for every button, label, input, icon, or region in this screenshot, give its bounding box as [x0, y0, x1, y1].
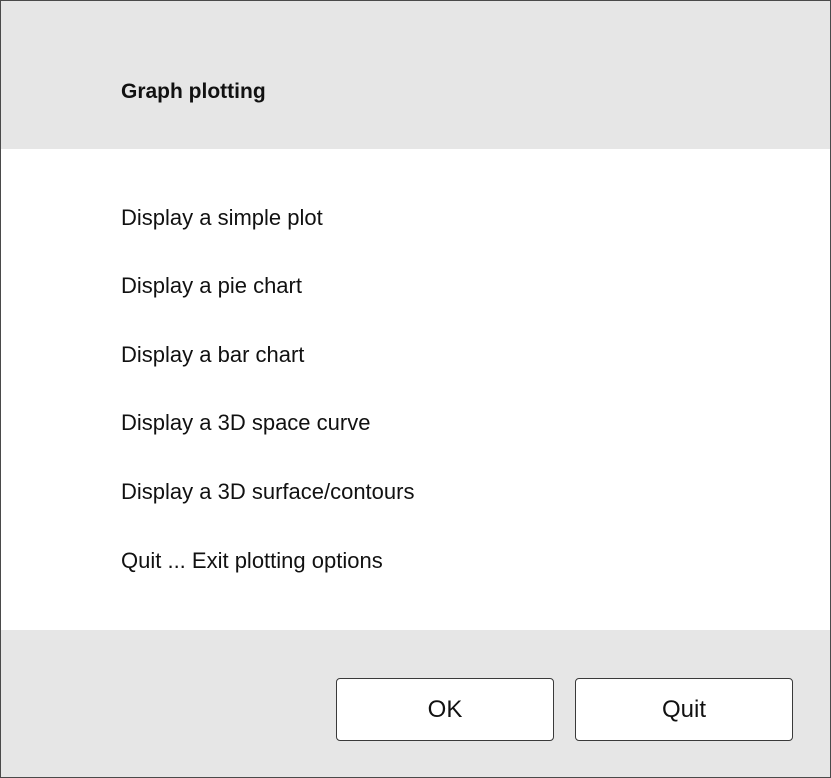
dialog-title: Graph plotting: [121, 80, 266, 103]
option-3d-space-curve[interactable]: Display a 3D space curve: [121, 409, 370, 437]
dialog-header: Graph plotting: [1, 1, 830, 149]
quit-button[interactable]: Quit: [575, 678, 793, 741]
ok-button[interactable]: OK: [336, 678, 554, 741]
graph-plotting-dialog: Graph plotting Display a simple plot Dis…: [0, 0, 831, 778]
option-quit-exit[interactable]: Quit ... Exit plotting options: [121, 547, 383, 575]
options-list: Display a simple plot Display a pie char…: [1, 149, 830, 630]
option-3d-surface-contours[interactable]: Display a 3D surface/contours: [121, 478, 414, 506]
option-bar-chart[interactable]: Display a bar chart: [121, 341, 304, 369]
option-pie-chart[interactable]: Display a pie chart: [121, 272, 302, 300]
option-simple-plot[interactable]: Display a simple plot: [121, 204, 323, 232]
dialog-footer: OK Quit: [1, 630, 830, 777]
